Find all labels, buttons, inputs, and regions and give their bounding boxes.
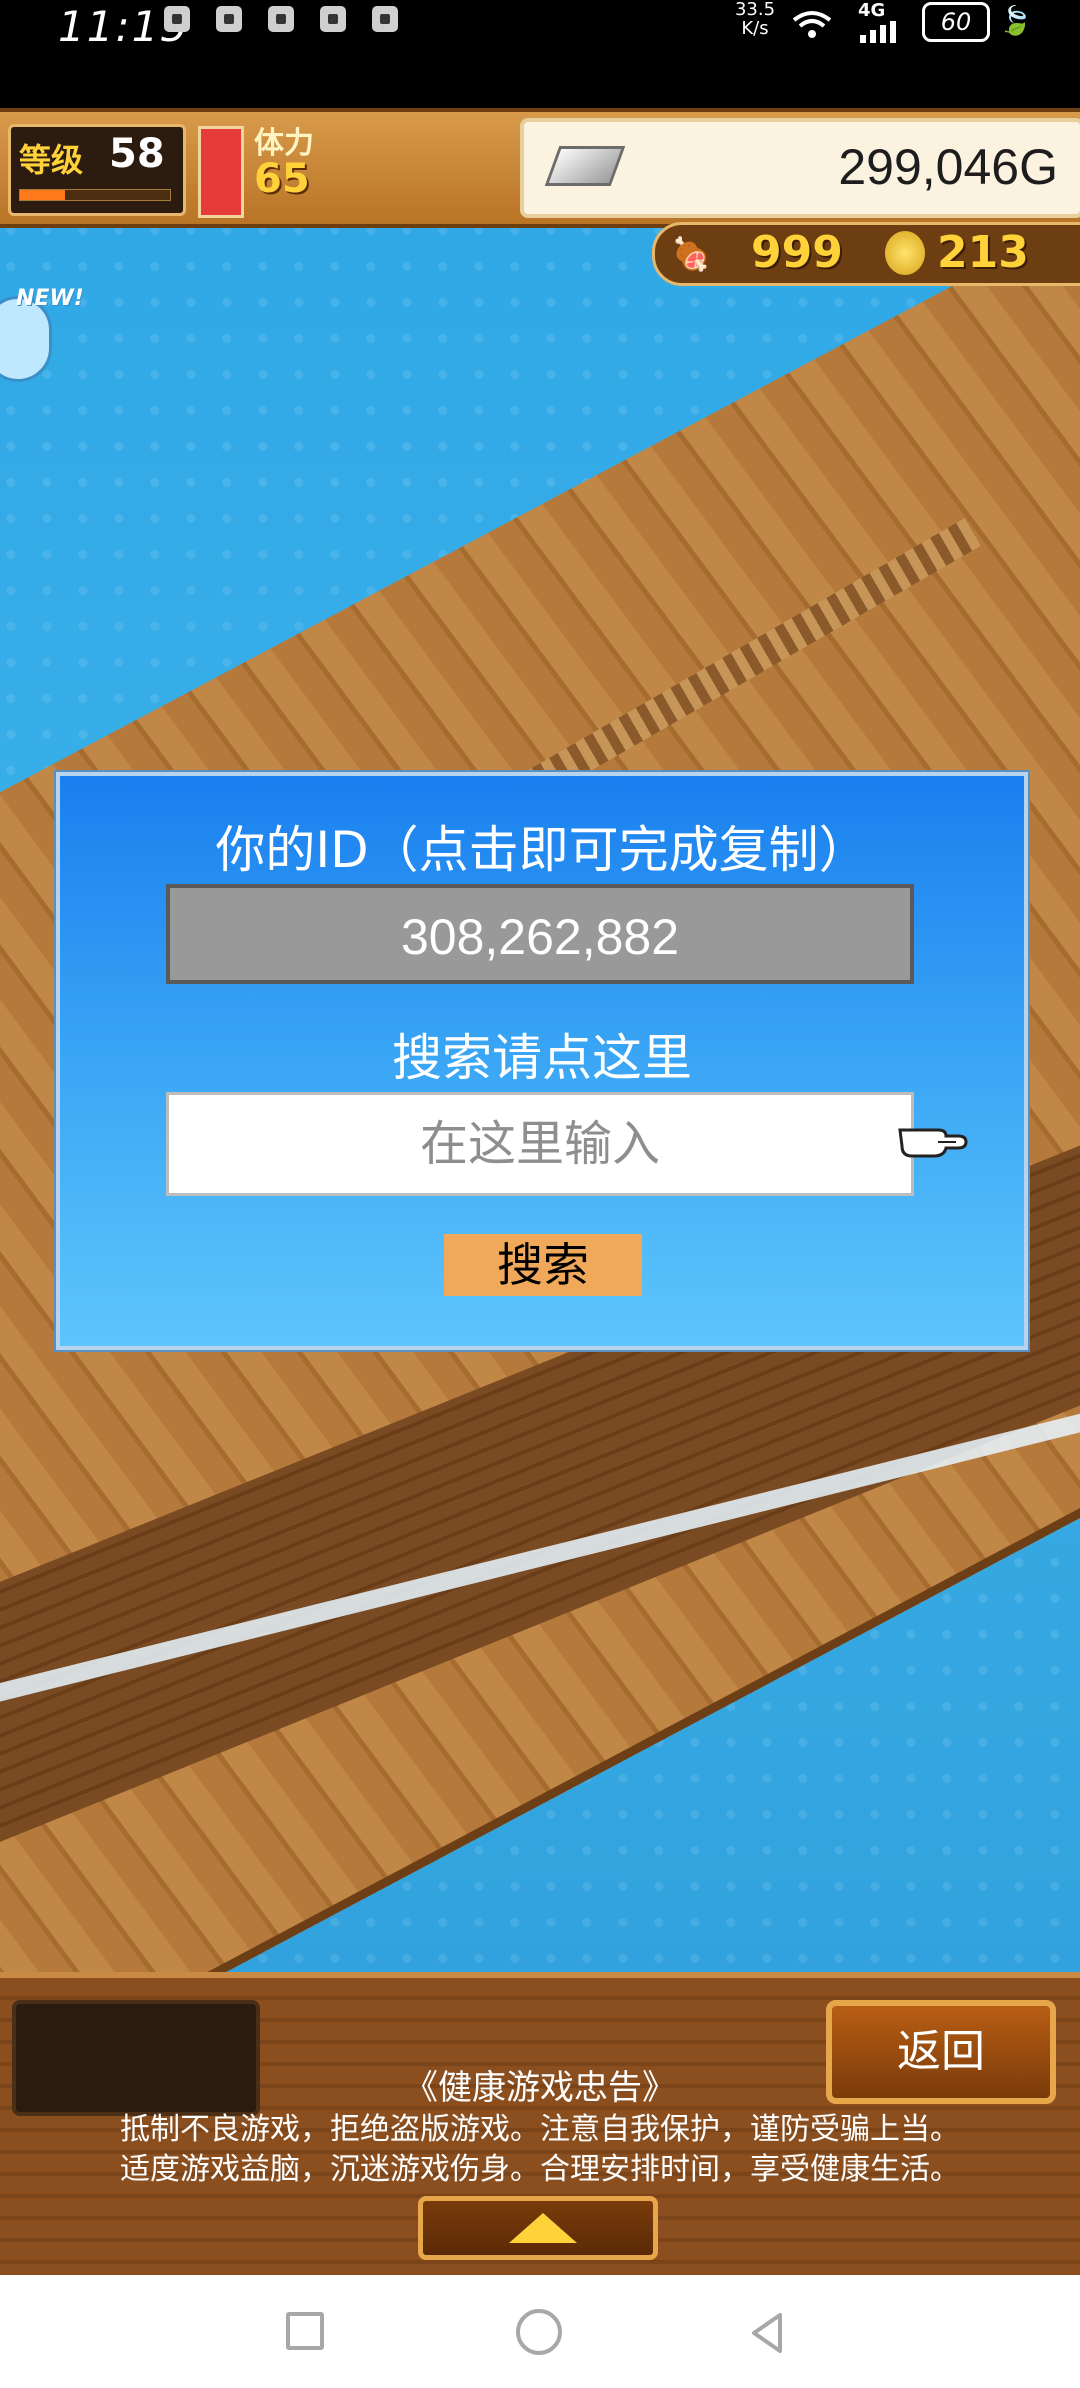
search-hint: 搜索请点这里 <box>392 1029 692 1087</box>
network-speed: 33.5 K/s <box>734 0 776 39</box>
player-id-box[interactable]: 308,262,882 <box>166 884 914 984</box>
home-icon[interactable] <box>516 2309 562 2355</box>
system-nav-bar <box>0 2275 1080 2388</box>
friend-search-dialog: 你的ID（点击即可完成复制） 308,262,882 搜索请点这里 搜索 <box>56 772 1028 1350</box>
notification-icon <box>268 6 294 32</box>
eco-leaf-icon: 🍃 <box>998 4 1033 37</box>
meat-icon: 🍖 <box>671 235 711 273</box>
wifi-icon <box>792 8 832 49</box>
level-panel: 等级 58 <box>8 124 186 216</box>
health-notice-title: 《健康游戏忠告》 <box>404 2068 676 2108</box>
signal-icon: 4G <box>858 0 898 47</box>
notification-icon <box>164 6 190 32</box>
notification-icon <box>216 6 242 32</box>
id-title: 你的ID（点击即可完成复制） <box>215 821 869 879</box>
status-bar: 11:15 33.5 K/s 4G 60 🍃 <box>0 0 1080 108</box>
silver-ingot-icon <box>544 146 626 186</box>
health-notice-line-2: 适度游戏益脑，沉迷游戏伤身。合理安排时间，享受健康生活。 <box>120 2152 960 2187</box>
health-notice-line-1: 抵制不良游戏，拒绝盗版游戏。注意自我保护，谨防受骗上当。 <box>120 2112 960 2147</box>
resource-bar: 🍖 999 213 <box>652 222 1080 286</box>
medal-value: 213 <box>937 227 1029 278</box>
recent-apps-icon[interactable] <box>286 2312 324 2350</box>
new-badge-label: NEW! <box>16 286 84 311</box>
top-hud: 等级 58 体力 65 299,046G <box>0 108 1080 228</box>
meat-value: 999 <box>751 227 843 278</box>
notification-icon <box>372 6 398 32</box>
level-progress-bar <box>19 189 171 201</box>
level-value: 58 <box>109 131 165 177</box>
medal-icon <box>885 231 925 275</box>
back-triangle-icon[interactable] <box>746 2311 790 2355</box>
player-id-value: 308,262,882 <box>400 909 680 965</box>
stamina-value: 65 <box>254 156 310 202</box>
search-button[interactable]: 搜索 <box>444 1234 642 1296</box>
up-arrow-icon <box>509 2213 577 2243</box>
bottom-panel: 返回 《健康游戏忠告》 抵制不良游戏，拒绝盗版游戏。注意自我保护，谨防受骗上当。… <box>0 1972 1080 2281</box>
level-label: 等级 <box>19 141 84 179</box>
gold-value: 299,046G <box>838 139 1058 195</box>
level-progress-fill <box>20 190 65 200</box>
notification-icon <box>320 6 346 32</box>
battery-icon: 60 <box>922 2 990 42</box>
search-input[interactable] <box>166 1092 914 1196</box>
stamina-gauge <box>198 126 244 218</box>
expand-menu-button[interactable] <box>418 2196 658 2260</box>
gold-panel[interactable]: 299,046G <box>520 118 1080 218</box>
pointing-hand-icon <box>898 1116 968 1160</box>
